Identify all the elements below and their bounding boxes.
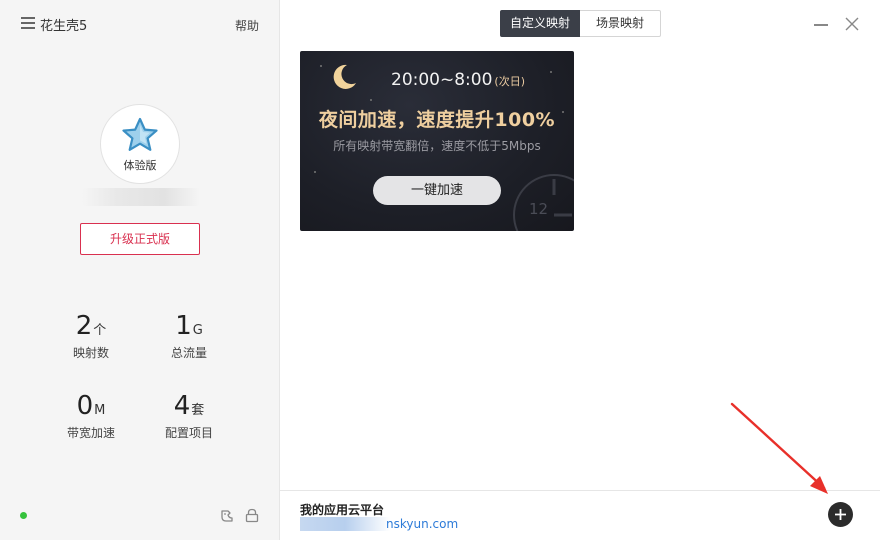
stat-traffic: 1G 总流量 [149,311,229,361]
lock-icon[interactable] [245,508,259,523]
tab-scene-mapping[interactable]: 场景映射 [580,10,661,37]
online-status-indicator [20,512,27,519]
stat-label: 配置项目 [164,426,213,440]
moon-icon [333,64,356,89]
stat-value: 2 [75,311,93,341]
stat-value: 1 [175,311,192,341]
help-link[interactable]: 帮助 [235,17,259,34]
stat-unit: 个 [93,323,107,338]
stat-value: 4 [173,391,191,421]
minimize-icon[interactable] [814,24,828,26]
plan-label: 体验版 [123,159,157,172]
stat-mappings: 2个 映射数 [51,311,131,361]
app-title: 花生壳5 [40,19,88,34]
banner-title: 夜间加速，速度提升100% [318,109,556,131]
star-decoration [550,71,552,73]
stat-value: 0 [76,391,94,421]
tab-custom-mapping[interactable]: 自定义映射 [500,10,580,37]
star-decoration [314,171,316,173]
clock-number: 12 [529,200,548,218]
dino-icon[interactable] [219,508,235,524]
sidebar: 花生壳5 帮助 体验版 升级正式版 2个 映射数 1G 总流量 0M 带宽加速 … [0,0,280,540]
plus-icon [835,509,846,520]
clock-icon: 12 [513,174,574,231]
stat-unit: G [192,323,203,338]
star-decoration [370,99,372,101]
close-icon[interactable] [845,17,859,31]
stat-config-items: 4套 配置项目 [149,391,229,441]
footer-link-redacted [300,517,390,531]
upgrade-button[interactable]: 升级正式版 [80,223,200,255]
stat-label: 带宽加速 [66,426,115,440]
stat-label: 映射数 [72,346,109,360]
account-name-redacted [82,188,200,206]
star-icon [122,117,158,151]
stat-unit: 套 [191,403,205,418]
banner-subtitle: 所有映射带宽翻倍，速度不低于5Mbps [333,139,541,153]
stat-bandwidth: 0M 带宽加速 [51,391,131,441]
avatar: 体验版 [100,104,180,184]
banner-time-note: (次日) [494,75,526,88]
stat-unit: M [94,403,106,418]
mapping-tabs: 自定义映射 场景映射 [500,10,661,37]
cloud-platform-link[interactable]: nskyun.com [386,517,458,531]
night-boost-banner[interactable]: 20:00~8:00 (次日) 夜间加速，速度提升100% 所有映射带宽翻倍，速度… [300,51,574,231]
one-click-boost-button[interactable]: 一键加速 [373,176,501,205]
annotation-arrow-icon [730,402,828,494]
star-decoration [320,65,322,67]
stat-label: 总流量 [170,346,207,360]
menu-icon[interactable] [21,17,35,29]
banner-time: 20:00~8:00 (次日) [391,70,525,90]
footer-title: 我的应用云平台 [300,503,385,517]
cloud-platform-footer: 我的应用云平台 nskyun.com [280,490,880,541]
banner-time-range: 20:00~8:00 [391,70,493,90]
add-mapping-button[interactable] [828,502,853,527]
